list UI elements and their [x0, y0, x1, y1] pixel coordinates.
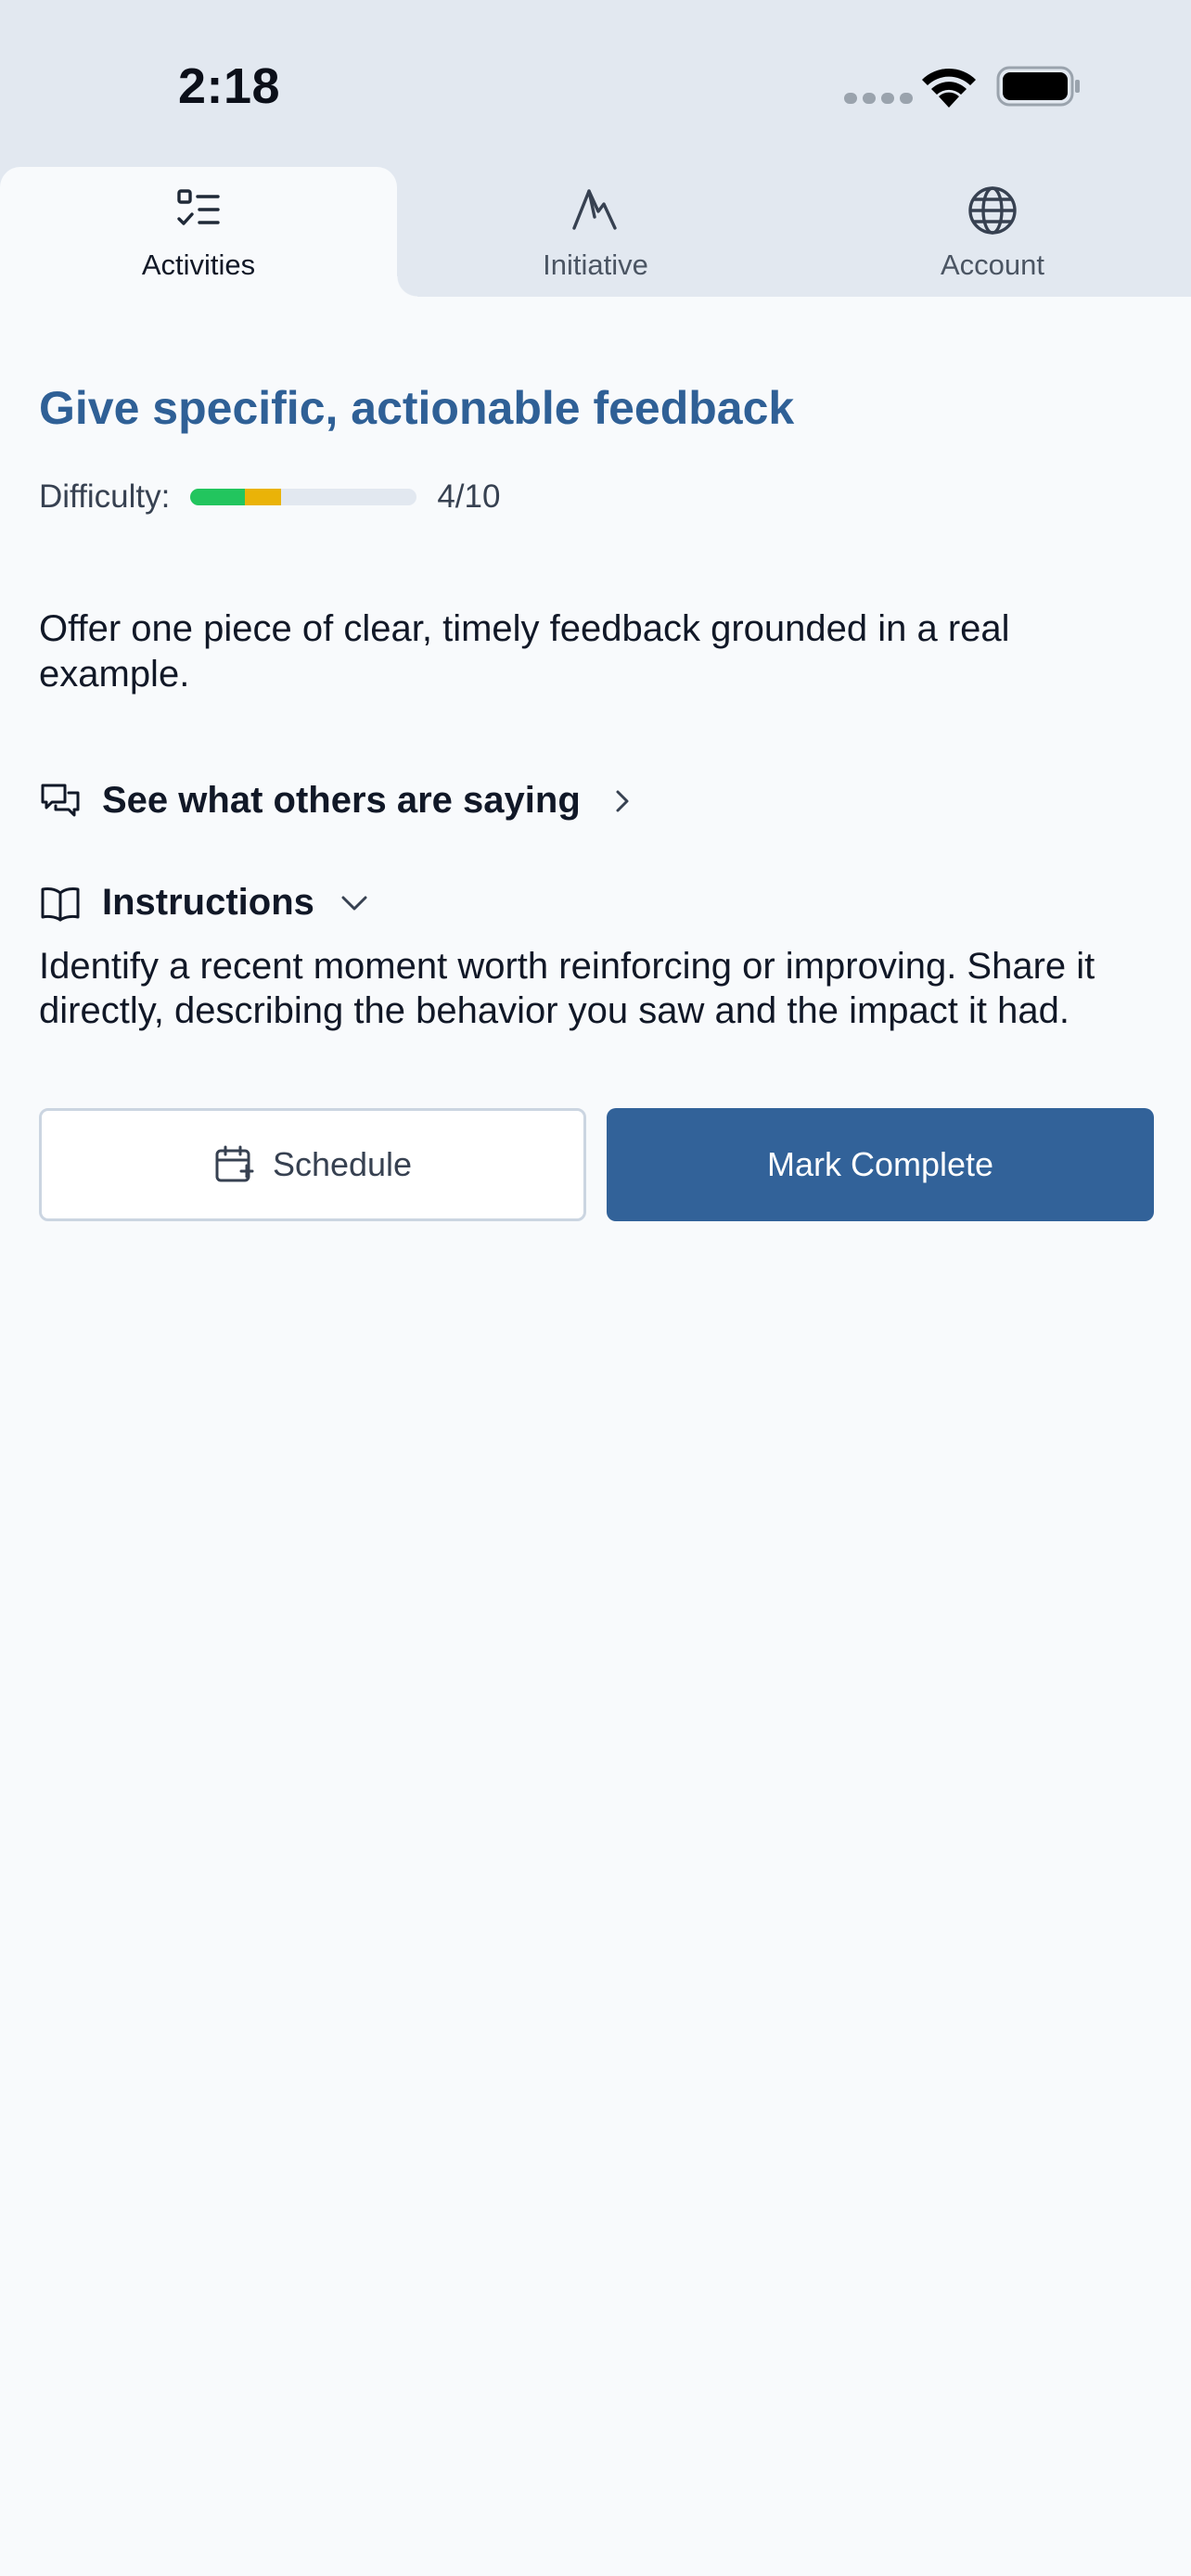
status-time: 2:18 [178, 58, 281, 114]
mark-complete-label: Mark Complete [766, 1145, 994, 1184]
difficulty-meter [190, 489, 417, 505]
difficulty-meter-fill [190, 489, 282, 505]
chevron-right-icon [616, 790, 629, 812]
globe-icon [968, 186, 1017, 235]
mountain-icon [572, 189, 617, 230]
activity-detail: Give specific, actionable feedback Diffi… [39, 297, 1154, 1222]
battery-icon [996, 66, 1080, 107]
tab-label: Initiative [543, 249, 648, 281]
tab-bar: Activities Initiative Account [0, 167, 1191, 297]
chevron-down-icon [341, 896, 367, 911]
open-book-icon [41, 886, 80, 922]
instructions-toggle[interactable]: Instructions [39, 875, 1152, 931]
activity-description: Offer one piece of clear, timely feedbac… [39, 608, 1010, 695]
calendar-add-icon [215, 1145, 254, 1182]
difficulty-value: 4/10 [437, 478, 501, 515]
tab-initiative[interactable]: Initiative [397, 167, 794, 297]
tab-account[interactable]: Account [794, 167, 1191, 297]
tab-activities[interactable]: Activities [0, 167, 417, 297]
wifi-icon [922, 68, 976, 108]
cellular-signal-icon [844, 93, 913, 104]
tab-label: Account [940, 249, 1044, 281]
difficulty-fill-low [190, 489, 246, 505]
action-buttons: Schedule Mark Complete [39, 1108, 1154, 1222]
mark-complete-button[interactable]: Mark Complete [607, 1108, 1154, 1222]
status-bar: 2:18 [0, 0, 1191, 167]
tab-label: Activities [141, 249, 256, 281]
screen: 2:18 Activities Initiative Account Give … [0, 0, 1191, 2576]
chat-bubbles-icon [41, 784, 80, 817]
difficulty-label: Difficulty: [39, 478, 171, 515]
list-check-icon [177, 189, 220, 225]
see-others-link[interactable]: See what others are saying [39, 773, 1152, 829]
see-others-label: See what others are saying [102, 780, 581, 822]
instructions-label: Instructions [102, 882, 314, 924]
difficulty-row: Difficulty: 4/10 [39, 477, 1152, 517]
instructions-text: Identify a recent moment worth reinforci… [39, 945, 1095, 1032]
schedule-label: Schedule [272, 1145, 413, 1184]
schedule-button[interactable]: Schedule [39, 1108, 586, 1222]
activity-title: Give specific, actionable feedback [39, 382, 795, 434]
difficulty-fill-mid [245, 489, 282, 505]
